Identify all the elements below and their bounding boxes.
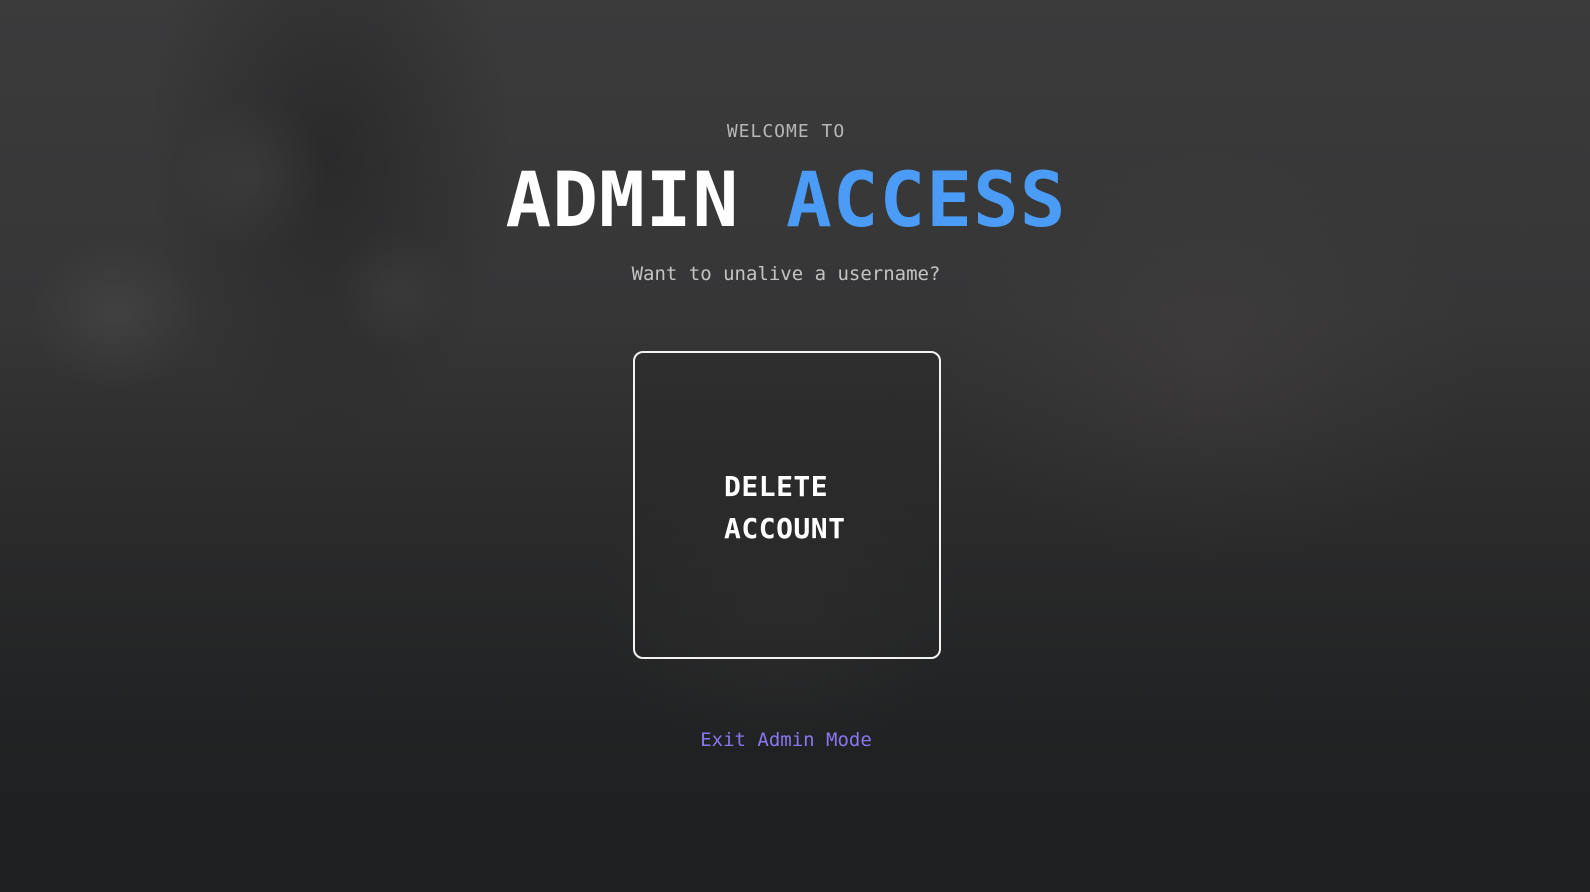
delete-account-label-line1: DELETE: [724, 470, 829, 503]
delete-account-label-line2: ACCOUNT: [724, 512, 846, 545]
title-accent: ACCESS: [786, 155, 1067, 244]
delete-account-button[interactable]: DELETE ACCOUNT: [633, 351, 941, 659]
title-main: ADMIN: [505, 155, 740, 244]
exit-admin-mode-link[interactable]: Exit Admin Mode: [700, 729, 872, 751]
welcome-label: WELCOME TO: [726, 121, 846, 142]
exit-admin-mode-container: Exit Admin Mode: [0, 729, 1572, 751]
page-title: ADMIN ACCESS: [0, 162, 1572, 238]
admin-panel: WELCOME TO ADMIN ACCESS Want to unalive …: [0, 0, 1590, 892]
delete-account-label: DELETE ACCOUNT: [724, 466, 864, 550]
subtitle: Want to unalive a username?: [631, 263, 941, 285]
